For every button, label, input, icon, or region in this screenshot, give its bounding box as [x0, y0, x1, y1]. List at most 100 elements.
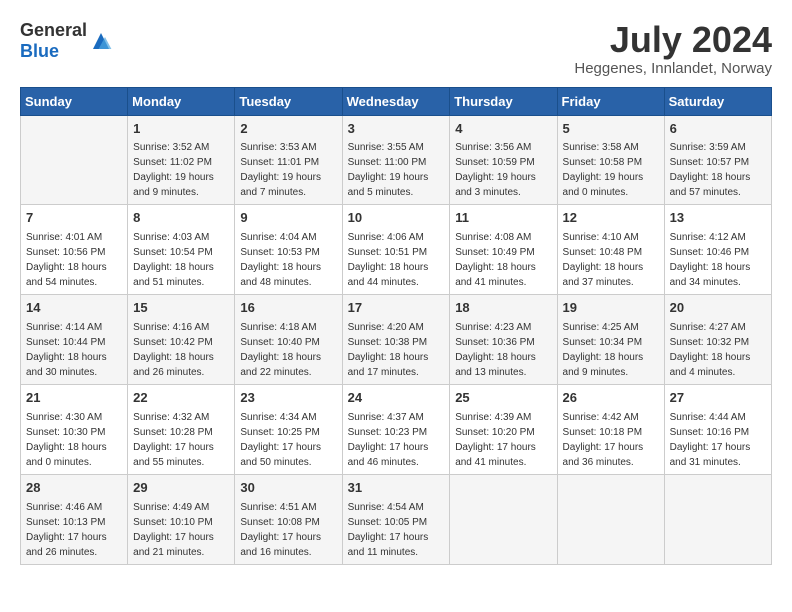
calendar-cell: 2Sunrise: 3:53 AMSunset: 11:01 PMDayligh… [235, 115, 342, 205]
day-info: Sunrise: 4:44 AMSunset: 10:16 PMDaylight… [670, 410, 766, 470]
day-number: 22 [133, 389, 229, 408]
calendar-cell: 24Sunrise: 4:37 AMSunset: 10:23 PMDaylig… [342, 385, 450, 475]
logo-icon [89, 29, 113, 53]
calendar-week-row: 21 Sunrise: 4:30 AMSunset: 10:30 PMDaylig… [21, 385, 772, 475]
calendar-cell: 13 Sunrise: 4:12 AMSunset: 10:46 PMDaylig… [664, 205, 771, 295]
calendar-cell: 26 Sunrise: 4:42 AMSunset: 10:18 PMDaylig… [557, 385, 664, 475]
day-info: Sunrise: 4:51 AMSunset: 10:08 PMDaylight… [240, 500, 336, 560]
calendar-cell: 22 Sunrise: 4:32 AMSunset: 10:28 PMDaylig… [128, 385, 235, 475]
day-info: Sunrise: 4:10 AMSunset: 10:48 PMDaylight… [563, 230, 659, 290]
calendar-cell: 21 Sunrise: 4:30 AMSunset: 10:30 PMDaylig… [21, 385, 128, 475]
calendar-week-row: 14 Sunrise: 4:14 AMSunset: 10:44 PMDaylig… [21, 295, 772, 385]
day-info: Sunrise: 4:42 AMSunset: 10:18 PMDaylight… [563, 410, 659, 470]
day-number: 8 [133, 209, 229, 228]
day-number: 28 [26, 479, 122, 498]
day-info: Sunrise: 3:55 AMSunset: 11:00 PMDaylight… [348, 140, 445, 200]
calendar-cell [664, 474, 771, 564]
day-number: 26 [563, 389, 659, 408]
day-number: 18 [455, 299, 551, 318]
calendar-cell: 30 Sunrise: 4:51 AMSunset: 10:08 PMDaylig… [235, 474, 342, 564]
day-info: Sunrise: 4:37 AMSunset: 10:23 PMDaylight… [348, 410, 445, 470]
calendar-cell: 15 Sunrise: 4:16 AMSunset: 10:42 PMDaylig… [128, 295, 235, 385]
day-info: Sunrise: 4:06 AMSunset: 10:51 PMDaylight… [348, 230, 445, 290]
day-number: 15 [133, 299, 229, 318]
day-info: Sunrise: 4:14 AMSunset: 10:44 PMDaylight… [26, 320, 122, 380]
calendar-cell: 3Sunrise: 3:55 AMSunset: 11:00 PMDayligh… [342, 115, 450, 205]
calendar-cell: 9 Sunrise: 4:04 AMSunset: 10:53 PMDayligh… [235, 205, 342, 295]
calendar-header-row: SundayMondayTuesdayWednesdayThursdayFrid… [21, 87, 772, 115]
calendar-cell [557, 474, 664, 564]
day-number: 19 [563, 299, 659, 318]
day-number: 7 [26, 209, 122, 228]
calendar-cell: 11 Sunrise: 4:08 AMSunset: 10:49 PMDaylig… [450, 205, 557, 295]
calendar-cell: 1Sunrise: 3:52 AMSunset: 11:02 PMDayligh… [128, 115, 235, 205]
calendar-cell: 12 Sunrise: 4:10 AMSunset: 10:48 PMDaylig… [557, 205, 664, 295]
day-number: 5 [563, 120, 659, 139]
calendar-cell [450, 474, 557, 564]
day-info: Sunrise: 4:39 AMSunset: 10:20 PMDaylight… [455, 410, 551, 470]
day-number: 25 [455, 389, 551, 408]
day-number: 31 [348, 479, 445, 498]
logo-blue: Blue [20, 41, 59, 61]
header-thursday: Thursday [450, 87, 557, 115]
calendar-cell: 6Sunrise: 3:59 AMSunset: 10:57 PMDayligh… [664, 115, 771, 205]
calendar-week-row: 7 Sunrise: 4:01 AMSunset: 10:56 PMDayligh… [21, 205, 772, 295]
calendar-cell: 16Sunrise: 4:18 AMSunset: 10:40 PMDaylig… [235, 295, 342, 385]
day-info: Sunrise: 3:59 AMSunset: 10:57 PMDaylight… [670, 140, 766, 200]
calendar-cell: 25 Sunrise: 4:39 AMSunset: 10:20 PMDaylig… [450, 385, 557, 475]
day-info: Sunrise: 4:30 AMSunset: 10:30 PMDaylight… [26, 410, 122, 470]
day-info: Sunrise: 4:34 AMSunset: 10:25 PMDaylight… [240, 410, 336, 470]
calendar-cell: 8 Sunrise: 4:03 AMSunset: 10:54 PMDayligh… [128, 205, 235, 295]
day-info: Sunrise: 4:27 AMSunset: 10:32 PMDaylight… [670, 320, 766, 380]
day-info: Sunrise: 4:12 AMSunset: 10:46 PMDaylight… [670, 230, 766, 290]
day-info: Sunrise: 3:58 AMSunset: 10:58 PMDaylight… [563, 140, 659, 200]
page-header: General Blue July 2024 Heggenes, Innland… [20, 20, 772, 77]
header-tuesday: Tuesday [235, 87, 342, 115]
month-year: July 2024 [574, 20, 772, 60]
calendar-cell: 23 Sunrise: 4:34 AMSunset: 10:25 PMDaylig… [235, 385, 342, 475]
day-info: Sunrise: 4:32 AMSunset: 10:28 PMDaylight… [133, 410, 229, 470]
title-block: July 2024 Heggenes, Innlandet, Norway [574, 20, 772, 77]
day-number: 30 [240, 479, 336, 498]
header-sunday: Sunday [21, 87, 128, 115]
header-monday: Monday [128, 87, 235, 115]
calendar-table: SundayMondayTuesdayWednesdayThursdayFrid… [20, 87, 772, 565]
day-number: 1 [133, 120, 229, 139]
calendar-cell: 4Sunrise: 3:56 AMSunset: 10:59 PMDayligh… [450, 115, 557, 205]
day-number: 21 [26, 389, 122, 408]
calendar-cell: 20 Sunrise: 4:27 AMSunset: 10:32 PMDaylig… [664, 295, 771, 385]
calendar-cell: 29Sunrise: 4:49 AMSunset: 10:10 PMDaylig… [128, 474, 235, 564]
day-info: Sunrise: 4:01 AMSunset: 10:56 PMDaylight… [26, 230, 122, 290]
day-number: 9 [240, 209, 336, 228]
header-wednesday: Wednesday [342, 87, 450, 115]
day-info: Sunrise: 4:04 AMSunset: 10:53 PMDaylight… [240, 230, 336, 290]
day-info: Sunrise: 3:52 AMSunset: 11:02 PMDaylight… [133, 140, 229, 200]
day-number: 16 [240, 299, 336, 318]
logo-general: General [20, 20, 87, 40]
day-info: Sunrise: 4:49 AMSunset: 10:10 PMDaylight… [133, 500, 229, 560]
header-friday: Friday [557, 87, 664, 115]
calendar-cell: 19 Sunrise: 4:25 AMSunset: 10:34 PMDaylig… [557, 295, 664, 385]
day-info: Sunrise: 4:03 AMSunset: 10:54 PMDaylight… [133, 230, 229, 290]
day-number: 13 [670, 209, 766, 228]
day-number: 6 [670, 120, 766, 139]
day-number: 3 [348, 120, 445, 139]
day-info: Sunrise: 3:53 AMSunset: 11:01 PMDaylight… [240, 140, 336, 200]
day-info: Sunrise: 4:25 AMSunset: 10:34 PMDaylight… [563, 320, 659, 380]
day-number: 11 [455, 209, 551, 228]
day-info: Sunrise: 4:08 AMSunset: 10:49 PMDaylight… [455, 230, 551, 290]
day-number: 17 [348, 299, 445, 318]
calendar-cell: 7 Sunrise: 4:01 AMSunset: 10:56 PMDayligh… [21, 205, 128, 295]
day-number: 27 [670, 389, 766, 408]
day-number: 23 [240, 389, 336, 408]
day-number: 20 [670, 299, 766, 318]
day-number: 12 [563, 209, 659, 228]
calendar-week-row: 1Sunrise: 3:52 AMSunset: 11:02 PMDayligh… [21, 115, 772, 205]
calendar-cell: 28Sunrise: 4:46 AMSunset: 10:13 PMDaylig… [21, 474, 128, 564]
calendar-cell [21, 115, 128, 205]
calendar-cell: 18Sunrise: 4:23 AMSunset: 10:36 PMDaylig… [450, 295, 557, 385]
day-info: Sunrise: 4:16 AMSunset: 10:42 PMDaylight… [133, 320, 229, 380]
logo-text: General Blue [20, 20, 87, 62]
day-number: 14 [26, 299, 122, 318]
day-info: Sunrise: 3:56 AMSunset: 10:59 PMDaylight… [455, 140, 551, 200]
